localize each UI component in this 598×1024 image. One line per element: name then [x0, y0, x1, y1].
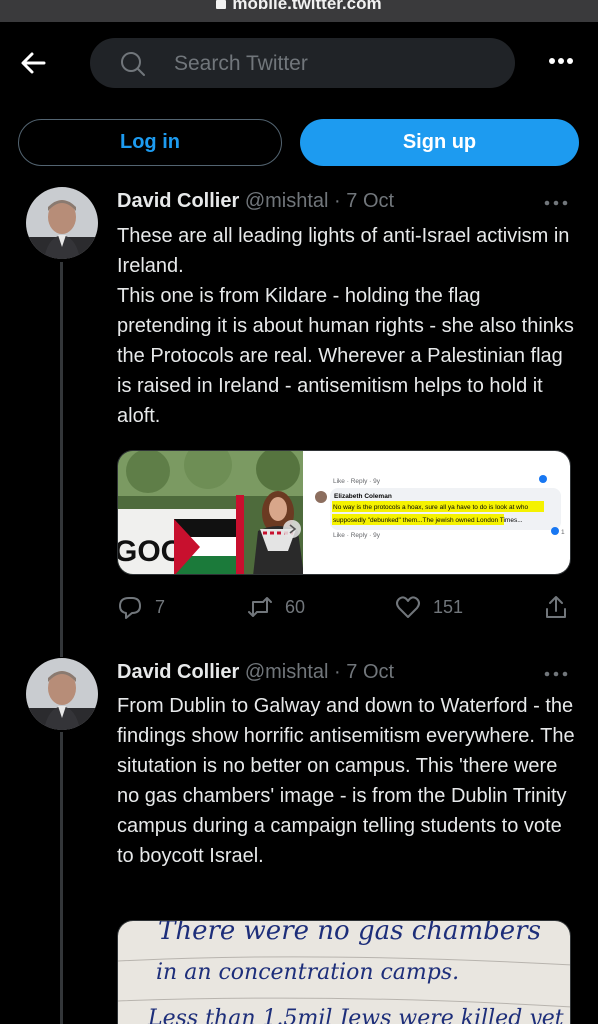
tweet-more-icon[interactable]: [544, 670, 568, 678]
tweet-actions: 7 60 151: [117, 594, 577, 624]
tweet-text: From Dublin to Galway and down to Waterf…: [117, 691, 577, 871]
handwriting-line: in an concentration camps.: [156, 960, 459, 985]
share-button[interactable]: [543, 594, 569, 620]
tweet-date[interactable]: 7 Oct: [346, 661, 394, 683]
like-count: 151: [433, 596, 464, 617]
reply-icon: [119, 597, 141, 619]
reply-count: 7: [155, 596, 166, 617]
tweet-image[interactable]: GOODS Like · Reply · 9y Elizabeth Colema…: [117, 450, 571, 575]
retweet-icon: [248, 597, 272, 617]
search-icon: [121, 52, 145, 76]
avatar[interactable]: [26, 187, 98, 259]
log-in-button[interactable]: Log in: [18, 119, 282, 166]
retweet-button[interactable]: 60: [247, 594, 305, 620]
comment-reaction-count: 1: [561, 529, 565, 536]
tweet-text: These are all leading lights of anti-Isr…: [117, 221, 577, 431]
separator: ·: [334, 190, 341, 212]
author-name[interactable]: David Collier: [117, 190, 239, 212]
author-name[interactable]: David Collier: [117, 661, 239, 683]
tweet-more-icon[interactable]: [544, 199, 568, 207]
reply-button[interactable]: 7: [117, 594, 165, 620]
like-button[interactable]: 151: [395, 594, 463, 620]
handwriting-line: There were no gas chambers: [158, 921, 541, 946]
share-icon: [546, 596, 566, 618]
top-bar: Search Twitter: [0, 22, 598, 108]
search-input[interactable]: Search Twitter: [90, 38, 515, 88]
more-options-icon[interactable]: [548, 56, 574, 66]
url-text: mobile.twitter.com: [232, 0, 382, 13]
heart-icon: [396, 596, 420, 618]
tweet-paragraph: These are all leading lights of anti-Isr…: [117, 225, 570, 277]
tweet-paragraph: From Dublin to Galway and down to Waterf…: [117, 695, 575, 867]
author-handle[interactable]: @mishtal: [245, 190, 329, 212]
thread-connector-line: [60, 732, 63, 1024]
tweet-date[interactable]: 7 Oct: [346, 190, 394, 212]
sign-up-button[interactable]: Sign up: [300, 119, 579, 166]
comment-author: Elizabeth Coleman: [334, 493, 392, 500]
search-placeholder: Search Twitter: [174, 52, 308, 75]
separator: ·: [334, 661, 341, 683]
back-arrow-icon[interactable]: [18, 48, 48, 78]
comment-bottom-meta: Like · Reply · 9y: [333, 532, 381, 539]
comment-top-meta: Like · Reply · 9y: [333, 478, 381, 485]
tweet-paragraph: This one is from Kildare - holding the f…: [117, 285, 574, 427]
retweet-count: 60: [285, 596, 306, 617]
browser-url-bar[interactable]: mobile.twitter.com: [0, 0, 598, 22]
handwriting-line: Less than 1.5mil Jews were killed yet: [147, 1006, 564, 1024]
tweet-header: David Collier @mishtal · 7 Oct: [117, 190, 394, 213]
comment-text: No way is the protocols a hoax, sure all…: [333, 504, 529, 524]
thread-connector-line: [60, 262, 63, 657]
author-handle[interactable]: @mishtal: [245, 661, 329, 683]
tweet-header: David Collier @mishtal · 7 Oct: [117, 661, 394, 684]
avatar[interactable]: [26, 658, 98, 730]
tweet-image[interactable]: There were no gas chambers in an concent…: [117, 920, 571, 1024]
lock-icon: [216, 0, 227, 9]
